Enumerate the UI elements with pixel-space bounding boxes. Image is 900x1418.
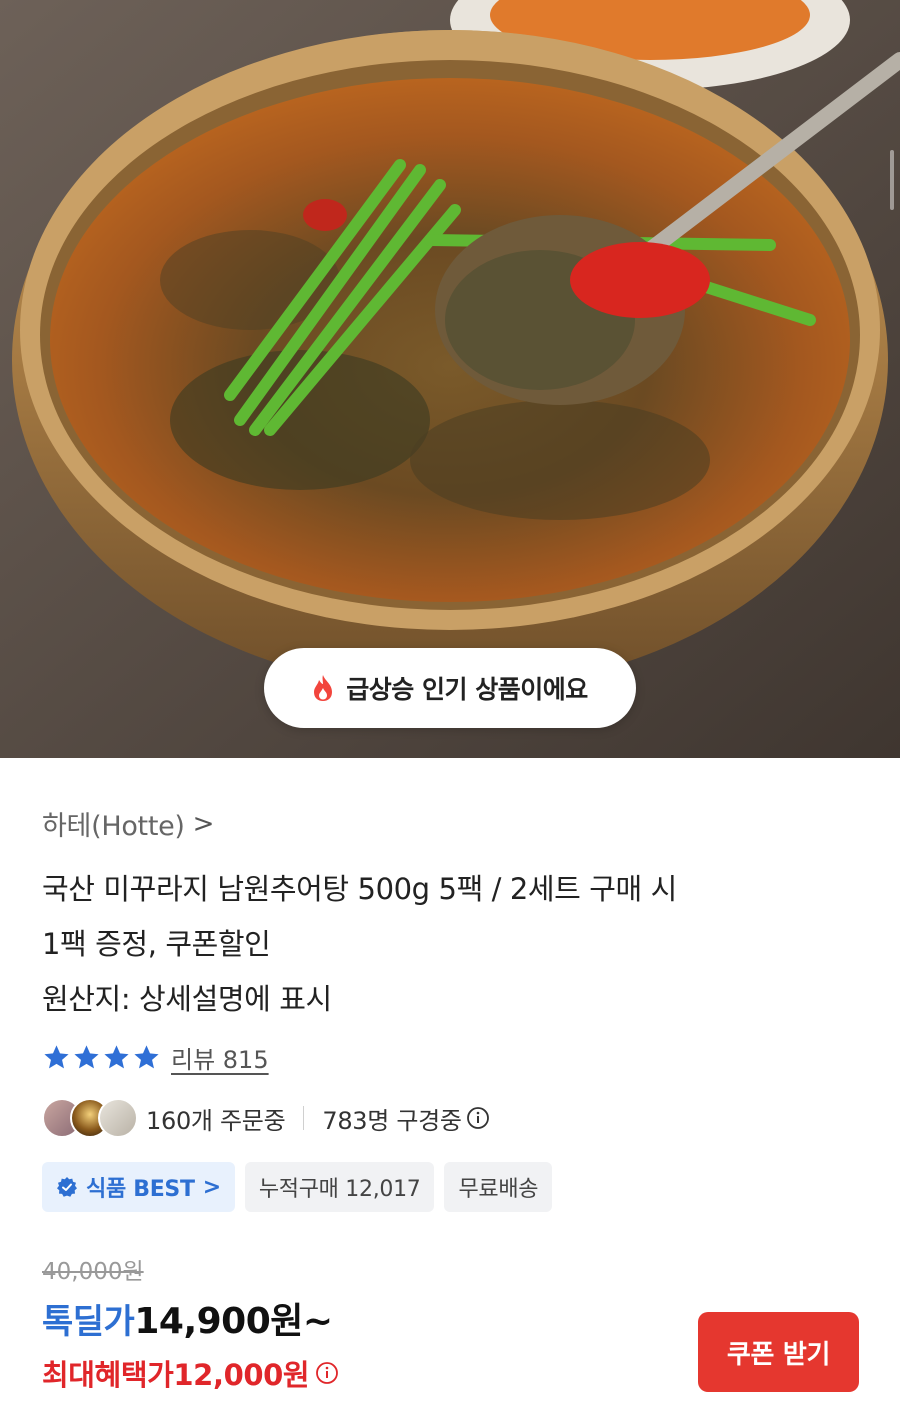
star-icon [74,1045,99,1069]
badge-seal-icon [57,1177,77,1197]
deal-price-row: 톡딜가 14,900원~ [42,1292,333,1344]
brand-name: 하테(Hotte) [42,811,185,842]
max-benefit-row: 최대혜택가 12,000원 [42,1352,339,1394]
best-badge-label: 식품 BEST [86,1177,195,1202]
max-benefit-label: 최대혜택가 [42,1358,174,1392]
free-shipping-badge: 무료배송 [444,1162,553,1212]
fire-icon [314,675,333,701]
title-line: 1팩 증정, 쿠폰할인 [42,927,271,961]
product-title: 국산 미꾸라지 남원추어탕 500g 5팩 / 2세트 구매 시 1팩 증정, … [42,862,842,1027]
divider [303,1106,305,1130]
trending-badge: 급상승 인기 상품이에요 [264,648,636,728]
cumulative-purchase-badge: 누적구매 12,017 [244,1162,435,1212]
trending-text: 급상승 인기 상품이에요 [346,675,588,704]
buyer-avatars [42,1096,140,1140]
viewing-count: 783명 구경중 [322,1106,462,1135]
star-rating [42,1043,161,1072]
original-price: 40,000원 [42,1259,144,1285]
chevron-right-icon: > [202,1174,221,1200]
title-line: 국산 미꾸라지 남원추어탕 500g 5팩 / 2세트 구매 시 [42,872,677,906]
deal-price: 14,900원~ [134,1301,333,1342]
info-icon[interactable] [315,1361,339,1385]
get-coupon-button[interactable]: 쿠폰 받기 [698,1312,859,1392]
chueotang-photo [0,0,900,758]
brand-link[interactable]: 하테(Hotte) > [42,804,214,843]
info-icon[interactable] [466,1106,490,1130]
category-best-badge[interactable]: 식품 BEST > [42,1162,235,1212]
product-hero-image[interactable]: 급상승 인기 상품이에요 [0,0,900,758]
rating-row: 리뷰 815 [42,1040,269,1075]
review-count-link[interactable]: 리뷰 815 [171,1040,269,1075]
title-line: 원산지: 상세설명에 표시 [42,982,332,1016]
ordering-count: 160개 주문중 [146,1106,286,1135]
deal-label: 톡딜가 [42,1302,135,1342]
star-icon [104,1045,129,1069]
max-benefit-price: 12,000원 [173,1358,310,1392]
image-scroll-indicator [890,150,894,210]
social-proof-row: 160개 주문중 783명 구경중 [42,1096,490,1140]
star-icon [134,1045,159,1069]
star-icon [44,1045,69,1069]
chevron-right-icon: > [192,808,215,839]
badge-row: 식품 BEST > 누적구매 12,017 무료배송 [42,1162,553,1212]
avatar [98,1098,138,1138]
